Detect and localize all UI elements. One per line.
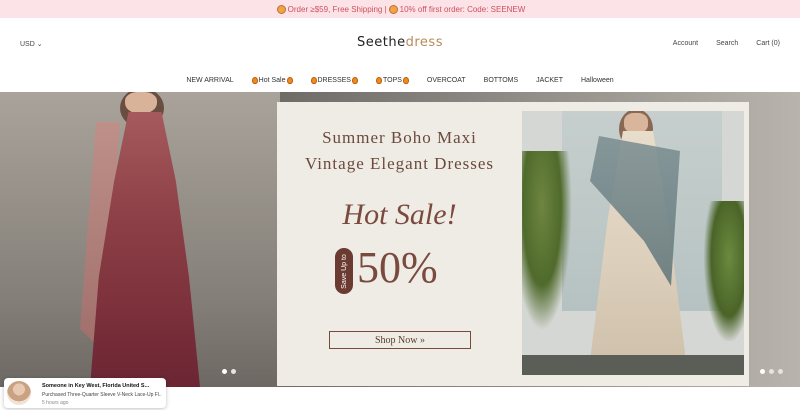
announcement-text-2: 10% off first order: Code: SEENEW xyxy=(399,4,526,14)
model-image-right xyxy=(522,111,744,375)
emoji-icon xyxy=(276,4,286,14)
search-link[interactable]: Search xyxy=(716,40,738,47)
fire-icon xyxy=(286,76,293,84)
nav-label: BOTTOMS xyxy=(483,76,519,84)
discount-percent: 50% xyxy=(357,243,438,292)
announcement-text-1: Order ≥$59, Free Shipping | xyxy=(287,4,387,14)
slider-dot[interactable] xyxy=(769,369,774,374)
plant-right xyxy=(704,201,744,341)
nav-label: JACKET xyxy=(536,76,563,84)
fire-icon xyxy=(402,76,409,84)
promo-title-line-2: Vintage Elegant Dresses xyxy=(304,154,495,173)
nav-item-tops[interactable]: TOPS xyxy=(375,76,409,84)
photo-floor xyxy=(522,355,744,375)
popup-subtitle: Purchased Three-Quarter Sleeve V-Neck La… xyxy=(42,392,162,398)
slider-dots-right xyxy=(760,369,783,374)
slider-dot[interactable] xyxy=(231,369,236,374)
hot-sale-heading: Hot Sale! xyxy=(342,198,457,231)
nav-label: OVERCOAT xyxy=(426,76,466,84)
model-head xyxy=(125,92,157,114)
fire-icon xyxy=(351,76,358,84)
header-links: Account Search Cart (0) xyxy=(673,40,780,47)
nav-item-new-arrival[interactable]: NEW ARRIVAL xyxy=(186,77,233,84)
announcement-bar: Order ≥$59, Free Shipping | 10% off firs… xyxy=(0,0,800,18)
nav-item-bottoms[interactable]: BOTTOMS xyxy=(484,77,518,84)
slider-dots-left xyxy=(222,369,236,374)
nav-item-halloween[interactable]: Halloween xyxy=(581,77,614,84)
hero-banner[interactable]: Summer Boho Maxi Vintage Elegant Dresses… xyxy=(0,92,800,387)
fire-icon xyxy=(310,76,317,84)
shop-now-button[interactable]: Shop Now » xyxy=(329,331,471,349)
fire-icon xyxy=(251,76,258,84)
cart-link[interactable]: Cart (0) xyxy=(756,40,780,47)
site-header: USD ⌄ Seethedress Account Search Cart (0… xyxy=(0,18,800,70)
model-head xyxy=(624,113,648,133)
product-thumbnail xyxy=(7,381,31,405)
model-image-left xyxy=(70,92,220,387)
save-up-badge: Save Up to xyxy=(335,248,353,294)
nav-label: TOPS xyxy=(382,76,402,84)
account-link[interactable]: Account xyxy=(673,40,698,47)
logo-part-2: dress xyxy=(405,35,443,50)
recent-purchase-popup[interactable]: Someone in Key West, Florida United S...… xyxy=(4,378,166,408)
save-up-text: Save Up to xyxy=(340,253,348,289)
nav-item-jacket[interactable]: JACKET xyxy=(536,77,563,84)
popup-time: 5 hours ago xyxy=(42,400,69,406)
nav-label: NEW ARRIVAL xyxy=(186,76,234,84)
promo-title-line-1: Summer Boho Maxi xyxy=(322,128,477,147)
logo-part-1: Seethe xyxy=(357,35,406,50)
emoji-icon xyxy=(388,4,398,14)
nav-item-dresses[interactable]: DRESSES xyxy=(310,76,358,84)
nav-item-overcoat[interactable]: OVERCOAT xyxy=(427,77,466,84)
nav-item-hot-sale[interactable]: Hot Sale xyxy=(251,76,293,84)
main-nav: NEW ARRIVAL Hot Sale DRESSES TOPS OVERCO… xyxy=(0,70,800,90)
slider-dot[interactable] xyxy=(760,369,765,374)
slider-dot[interactable] xyxy=(778,369,783,374)
promo-text-area: Summer Boho Maxi Vintage Elegant Dresses… xyxy=(277,102,522,386)
nav-label: Hot Sale xyxy=(258,76,286,84)
slider-dot[interactable] xyxy=(222,369,227,374)
fire-icon xyxy=(375,76,382,84)
nav-label: DRESSES xyxy=(317,76,351,84)
plant-left xyxy=(522,151,572,331)
nav-label: Halloween xyxy=(581,76,614,84)
promo-panel: Summer Boho Maxi Vintage Elegant Dresses… xyxy=(277,102,749,386)
popup-title: Someone in Key West, Florida United S... xyxy=(42,383,150,389)
